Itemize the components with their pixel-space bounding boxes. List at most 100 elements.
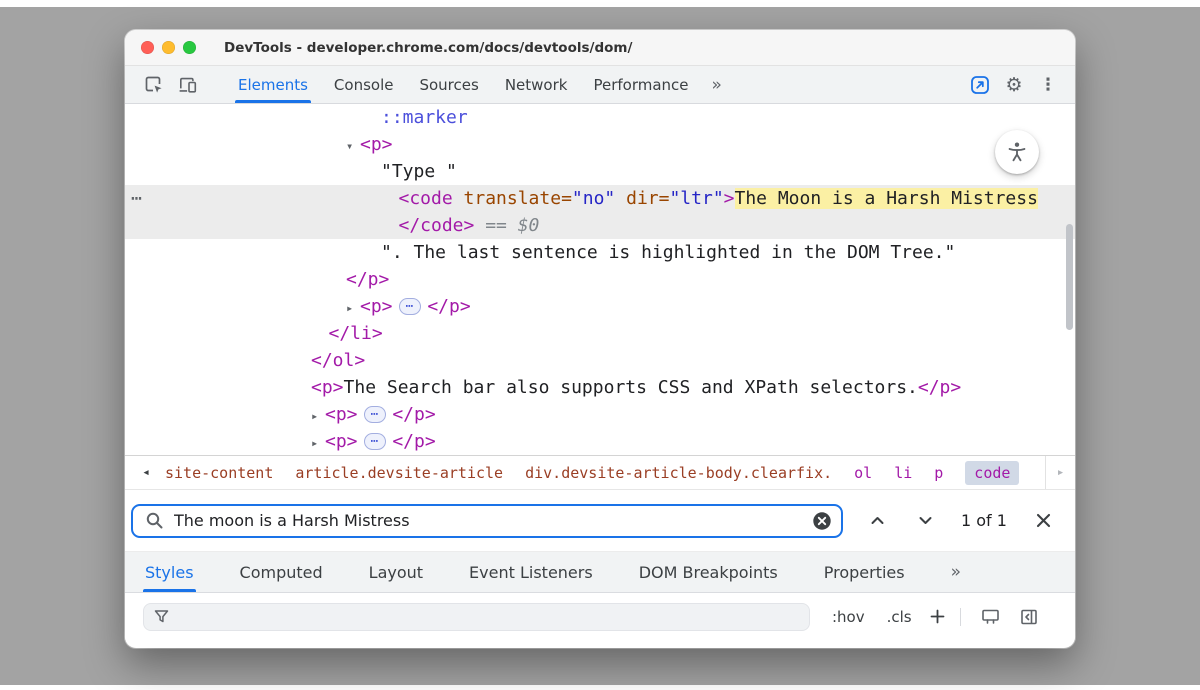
- dom-tag: <code: [399, 188, 453, 209]
- dom-tree-line[interactable]: ▾<p>: [125, 131, 1075, 158]
- dom-tag: </p>: [392, 404, 435, 425]
- more-tabs-button[interactable]: »: [702, 66, 732, 103]
- dom-tree-line[interactable]: </ol>: [125, 347, 1075, 374]
- search-input[interactable]: [174, 511, 811, 530]
- dom-tree-line[interactable]: ::marker: [125, 104, 1075, 131]
- new-style-rule-button[interactable]: [928, 607, 947, 626]
- tab-console[interactable]: Console: [321, 66, 407, 103]
- dom-text-node: The Search bar also supports CSS and XPa…: [344, 377, 918, 398]
- breadcrumb-item-article-devsite-article[interactable]: article.devsite-article: [295, 464, 503, 482]
- tab-dom-breakpoints[interactable]: DOM Breakpoints: [639, 552, 778, 592]
- collapsed-content-button[interactable]: ⋯: [364, 406, 387, 423]
- breadcrumb-item-ol[interactable]: ol: [854, 464, 872, 482]
- search-bar: 1 of 1: [125, 490, 1075, 552]
- search-box[interactable]: [131, 504, 843, 538]
- dom-text-node: [453, 188, 464, 209]
- dom-tree-line[interactable]: </li>: [125, 320, 1075, 347]
- clear-icon: [812, 511, 832, 531]
- close-window-button[interactable]: [141, 41, 154, 54]
- window-titlebar[interactable]: DevTools - developer.chrome.com/docs/dev…: [125, 30, 1075, 66]
- collapsed-content-button[interactable]: ⋯: [364, 433, 387, 450]
- tab-layout[interactable]: Layout: [369, 552, 423, 592]
- accessibility-icon: [1005, 140, 1029, 164]
- kebab-menu-icon: ⋮: [1040, 75, 1057, 95]
- expand-arrow-icon[interactable]: ▸: [346, 295, 360, 322]
- next-match-button[interactable]: [911, 507, 939, 535]
- breadcrumb-bar: ◂ site-content article.devsite-article div…: [125, 455, 1075, 490]
- filter-box[interactable]: [143, 603, 810, 631]
- minimize-window-button[interactable]: [162, 41, 175, 54]
- dom-tree-line[interactable]: ▸<p> ⋯ </p>: [125, 293, 1075, 320]
- dom-search-highlight: The Moon is a Harsh Mistress: [735, 188, 1038, 209]
- toggle-sidebar-button[interactable]: [1019, 607, 1039, 627]
- dom-text-node: [474, 215, 485, 236]
- breadcrumb-forward-button[interactable]: ▸: [1045, 456, 1075, 489]
- window-title: DevTools - developer.chrome.com/docs/dev…: [224, 40, 632, 56]
- dom-tree-line[interactable]: "Type ": [125, 158, 1075, 185]
- dom-tree-line[interactable]: </p>: [125, 266, 1075, 293]
- dom-tag: <p>: [360, 296, 393, 317]
- scrollbar-thumb[interactable]: [1066, 224, 1073, 330]
- inspect-element-button[interactable]: [137, 66, 171, 103]
- clear-search-button[interactable]: [811, 510, 833, 532]
- dom-tag: <p>: [325, 404, 358, 425]
- dom-tree-line[interactable]: ▸<p> ⋯ </p>: [125, 401, 1075, 428]
- fullscreen-window-button[interactable]: [183, 41, 196, 54]
- dom-tag: <p>: [325, 431, 358, 452]
- expand-arrow-icon[interactable]: ▸: [311, 430, 325, 455]
- dom-tree-line[interactable]: ▸<p>⋯</p>: [125, 428, 1075, 455]
- dom-tag: </p>: [918, 377, 961, 398]
- node-actions-dots[interactable]: ⋯: [131, 185, 142, 212]
- breadcrumb-item-li[interactable]: li: [894, 464, 912, 482]
- more-panels-button[interactable]: »: [951, 552, 961, 592]
- tab-styles[interactable]: Styles: [145, 552, 194, 592]
- tab-network[interactable]: Network: [492, 66, 581, 103]
- expand-arrow-icon[interactable]: ▸: [311, 403, 325, 430]
- dom-pseudo-element: ::marker: [381, 107, 468, 128]
- breadcrumb-item-code[interactable]: code: [965, 461, 1019, 485]
- accessibility-button[interactable]: [995, 130, 1039, 174]
- dom-tree: ::marker▾<p>"Type "⋯<code translate="no"…: [125, 104, 1075, 455]
- settings-button[interactable]: ⚙: [997, 66, 1031, 103]
- dom-tree-line[interactable]: <p>The Search bar also supports CSS and …: [125, 374, 1075, 401]
- sidebar-toggle-icon: [1019, 607, 1039, 627]
- dom-attr-value: "no": [572, 188, 615, 209]
- breadcrumb-item-site-content[interactable]: site-content: [165, 464, 273, 482]
- toggle-device-toolbar-button[interactable]: [171, 66, 205, 103]
- style-filter-input[interactable]: [178, 608, 800, 626]
- devtools-toolbar: ElementsConsoleSourcesNetworkPerformance…: [125, 66, 1075, 104]
- tab-properties[interactable]: Properties: [824, 552, 905, 592]
- search-icon: [145, 511, 164, 530]
- collapse-arrow-icon[interactable]: ▾: [346, 133, 360, 160]
- rendering-icon: [980, 606, 1001, 627]
- tab-event-listeners[interactable]: Event Listeners: [469, 552, 593, 592]
- breadcrumb-item-p[interactable]: p: [934, 464, 943, 482]
- match-count: 1 of 1: [961, 511, 1007, 530]
- styles-tab-strip: Styles Computed Layout Event Listeners DOM B…: [145, 552, 951, 592]
- collapsed-content-button[interactable]: ⋯: [399, 298, 422, 315]
- tab-elements[interactable]: Elements: [225, 66, 321, 103]
- plus-icon: [928, 607, 947, 626]
- menu-button[interactable]: ⋮: [1031, 66, 1065, 103]
- toggle-classes-button[interactable]: .cls: [887, 608, 912, 626]
- breadcrumb-item-div-devsite-article-body-clearfix[interactable]: div.devsite-article-body.clearfix.: [525, 464, 832, 482]
- dock-button[interactable]: [963, 66, 997, 103]
- toggle-hover-state-button[interactable]: :hov: [832, 608, 865, 626]
- dom-tag: </ol>: [311, 350, 365, 371]
- tab-performance[interactable]: Performance: [580, 66, 701, 103]
- dom-tag: </p>: [427, 296, 470, 317]
- previous-match-button[interactable]: [863, 507, 891, 535]
- dom-attr-name: translate=: [464, 188, 572, 209]
- breadcrumb-back-button[interactable]: ◂: [133, 456, 159, 489]
- dom-tree-line[interactable]: </code> == $0: [125, 212, 1075, 239]
- close-search-button[interactable]: [1029, 506, 1059, 536]
- tab-sources[interactable]: Sources: [406, 66, 491, 103]
- rendering-button[interactable]: [980, 606, 1001, 627]
- dom-tag: </p>: [346, 269, 389, 290]
- dom-tree-line[interactable]: ⋯<code translate="no" dir="ltr">The Moon…: [125, 185, 1075, 212]
- main-tab-strip: ElementsConsoleSourcesNetworkPerformance: [225, 66, 702, 103]
- tab-computed[interactable]: Computed: [240, 552, 323, 592]
- dom-tree-line[interactable]: ". The last sentence is highlighted in t…: [125, 239, 1075, 266]
- chevron-down-icon: [917, 512, 934, 529]
- dom-tag: >: [724, 188, 735, 209]
